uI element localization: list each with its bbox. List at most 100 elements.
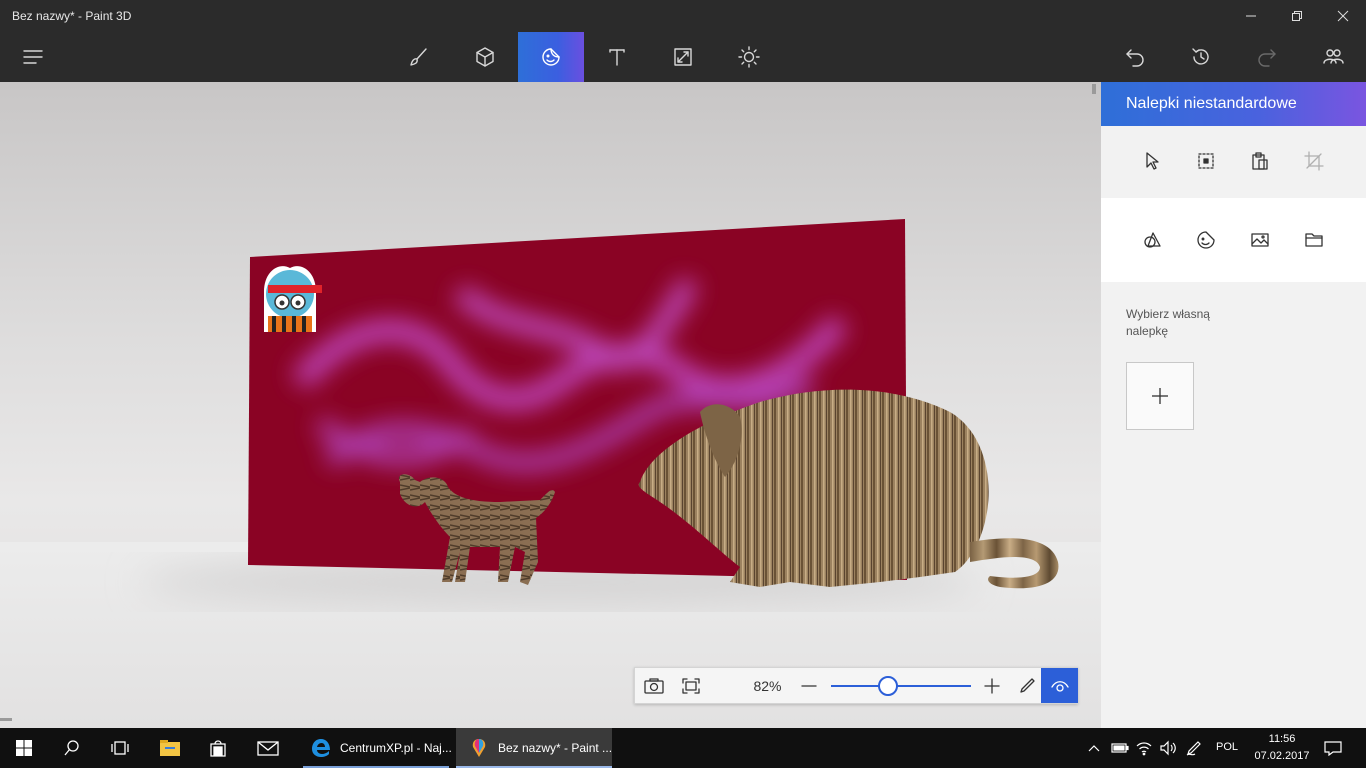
restore-button[interactable] [1274,0,1320,32]
zoom-slider-thumb[interactable] [878,676,899,696]
taskbar-app-edge-label: CentrumXP.pl - Naj... [340,741,452,755]
close-icon [1337,10,1349,22]
edge-icon [312,739,330,757]
network-tray-button[interactable] [1132,728,1156,768]
title-bar: Bez nazwy* - Paint 3D [0,0,1366,32]
shapes-stickers-button[interactable] [1125,213,1179,267]
image-sticker-icon [1251,233,1269,247]
select-tool-button[interactable] [1125,134,1179,188]
plus-icon [1152,388,1168,404]
emoji-stickers-button[interactable] [1179,213,1233,267]
3d-objects-tool-button[interactable] [452,32,518,82]
pen-workspace-icon [1186,741,1201,756]
start-button[interactable] [0,728,48,768]
pen-workspace-tray-button[interactable] [1182,728,1206,768]
file-explorer-button[interactable] [146,728,194,768]
chevron-up-icon [1088,745,1100,752]
fit-screen-icon [681,677,700,694]
choose-sticker-label: Wybierz własną nalepkę [1126,307,1210,338]
sun-icon [738,46,760,68]
restore-icon [1292,11,1302,21]
paste-icon [1252,152,1268,170]
taskbar-app-paint3d-label: Bez nazwy* - Paint ... [498,741,612,755]
vertical-scrollbar[interactable] [1092,84,1096,94]
mail-button[interactable] [244,728,292,768]
paste-button[interactable] [1233,134,1287,188]
emoji-sticker-icon [1197,231,1215,249]
image-stickers-button[interactable] [1233,213,1287,267]
history-button[interactable] [1168,32,1234,82]
horizontal-scrollbar[interactable] [0,718,12,721]
open-folder-button[interactable] [1287,213,1341,267]
drawing-canvas[interactable] [0,82,1101,728]
sticker-icon [542,48,560,66]
cursor-icon [1146,152,1159,170]
taskbar-app-edge[interactable]: CentrumXP.pl - Naj... [298,728,454,768]
stickers-tool-button[interactable] [518,32,584,82]
wifi-icon [1136,742,1152,756]
paint3d-icon [472,739,486,757]
taskbar: CentrumXP.pl - Naj... Bez nazwy* - Paint… [0,728,1366,768]
show-hidden-icons-button[interactable] [1084,728,1104,768]
fit-to-screen-button[interactable] [672,668,709,703]
window-title: Bez nazwy* - Paint 3D [12,9,132,23]
canvas-tool-button[interactable] [650,32,716,82]
edit-mode-button[interactable] [1008,668,1045,703]
select-icon [1198,153,1214,169]
menu-button[interactable] [0,32,66,82]
resize-icon [674,48,692,66]
battery-icon [1111,743,1129,753]
camera-icon [643,677,664,694]
clock[interactable]: 11:56 07.02.2017 [1252,731,1312,765]
zoom-slider-track[interactable] [831,685,971,687]
stickers-panel: Nalepki niestandardowe Wybierz własną na… [1101,82,1366,728]
text-icon [609,49,625,66]
close-button[interactable] [1320,0,1366,32]
task-view-icon [111,741,129,755]
store-button[interactable] [194,728,242,768]
panel-title: Nalepki niestandardowe [1126,95,1297,112]
clock-date: 07.02.2017 [1254,750,1310,762]
minimize-button[interactable] [1228,0,1274,32]
action-center-button[interactable] [1320,728,1346,768]
mail-icon [257,741,279,756]
magic-select-button[interactable] [1179,134,1233,188]
undo-icon [1126,49,1144,67]
volume-icon [1160,740,1176,756]
zoom-bar: 82% [634,667,1078,704]
crop-button[interactable] [1287,134,1341,188]
community-button[interactable] [1300,32,1366,82]
battery-tray-button[interactable] [1108,728,1132,768]
volume-tray-button[interactable] [1156,728,1180,768]
redo-icon [1258,49,1276,67]
store-icon [210,740,226,757]
brush-icon [410,48,427,66]
task-view-button[interactable] [96,728,144,768]
add-custom-sticker-button[interactable] [1126,362,1194,430]
language-indicator[interactable]: POL [1216,741,1238,753]
notification-icon [1324,741,1342,756]
screenshot-button[interactable] [635,668,672,703]
plus-icon [983,677,1000,694]
shapes-sticker-icon [1144,232,1161,248]
community-icon [1323,49,1344,64]
zoom-percentage: 82% [753,678,782,694]
pen-icon [1019,677,1035,693]
brushes-tool-button[interactable] [386,32,452,82]
panel-header: Nalepki niestandardowe [1101,82,1366,126]
effects-tool-button[interactable] [716,32,782,82]
redo-button[interactable] [1234,32,1300,82]
minimize-icon [1246,15,1256,17]
zoom-in-button[interactable] [973,668,1010,703]
undo-button[interactable] [1102,32,1168,82]
file-explorer-icon [160,740,180,756]
search-button[interactable] [48,728,96,768]
view-mode-button[interactable] [1041,668,1078,703]
eye-icon [1050,680,1069,692]
history-icon [1192,48,1209,65]
clock-time: 11:56 [1268,733,1296,745]
taskbar-app-paint3d[interactable]: Bez nazwy* - Paint ... [456,728,612,768]
zoom-out-button[interactable] [790,668,827,703]
text-tool-button[interactable] [584,32,650,82]
windows-logo-icon [16,740,32,756]
